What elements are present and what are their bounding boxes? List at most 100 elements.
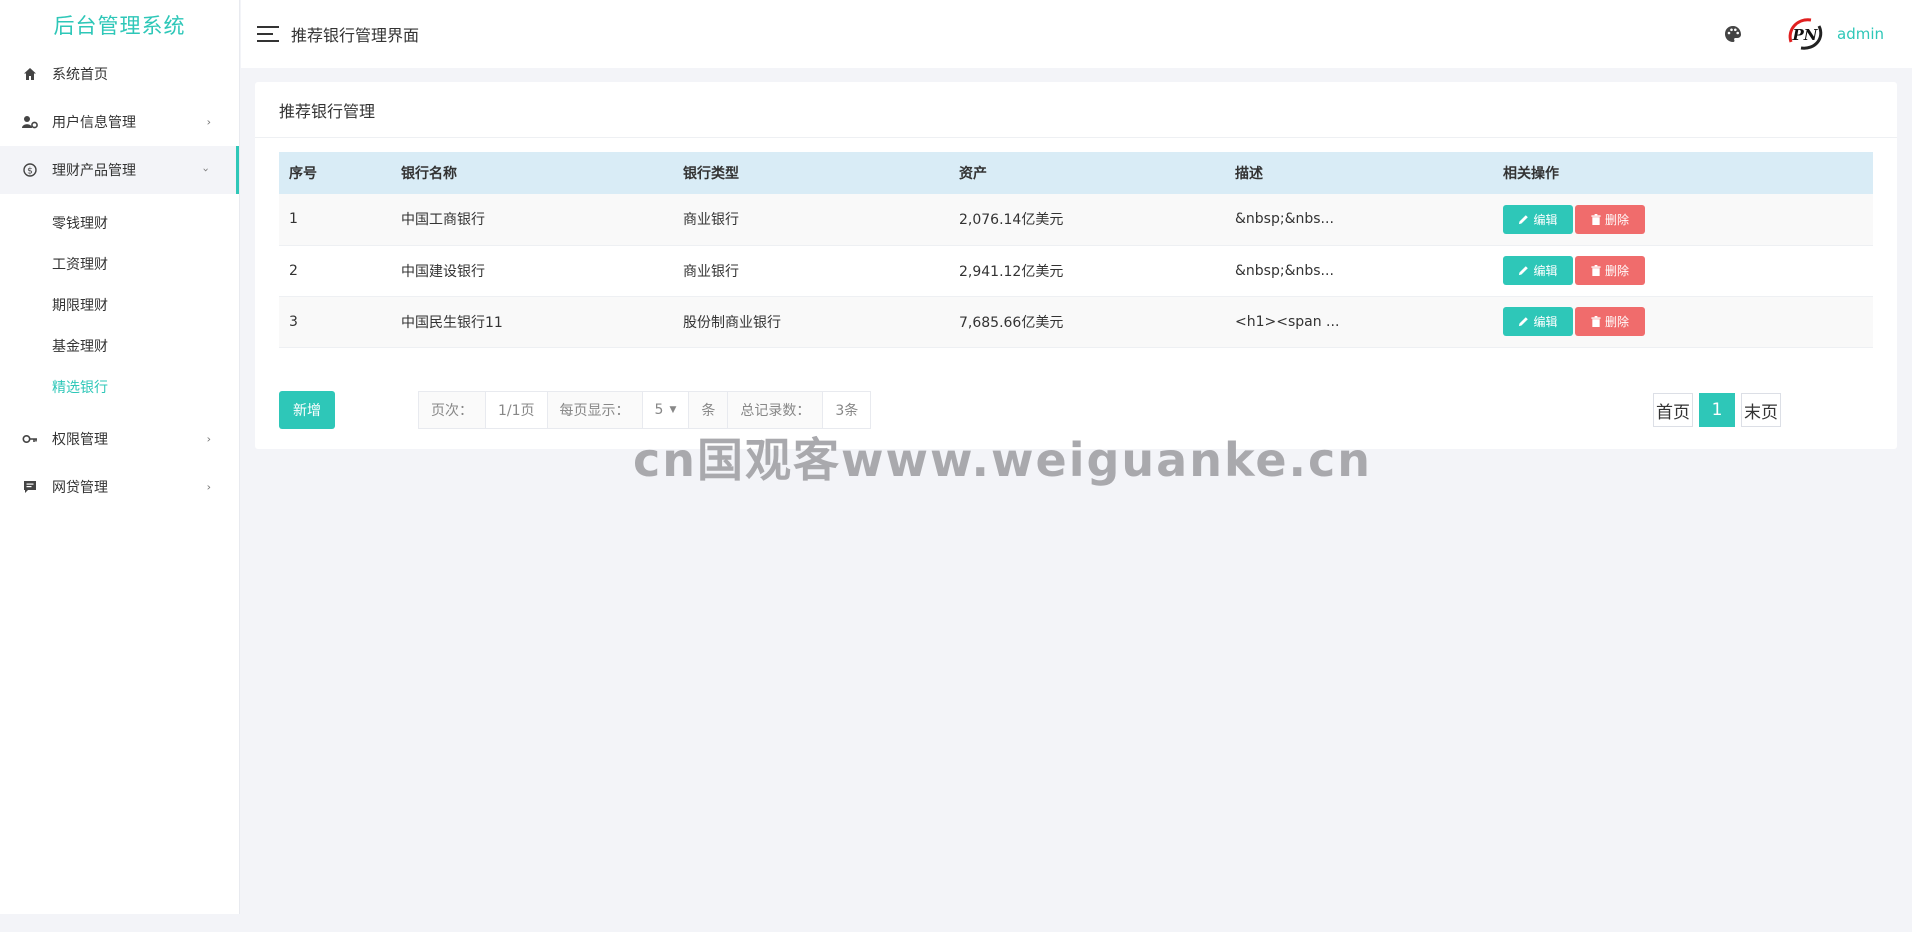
header-right: PN admin [1723,0,1884,68]
table-row: 2 中国建设银行 商业银行 2,941.12亿美元 &nbsp;&nbs... … [279,245,1873,296]
delete-label: 删除 [1604,212,1629,227]
home-icon [20,64,40,84]
sidebar-item-label: 系统首页 [52,67,108,83]
edit-button[interactable]: 编辑 [1503,204,1573,234]
user-name[interactable]: admin [1837,25,1884,43]
message-icon [20,477,40,497]
cell-bank-name: 中国建设银行 [401,263,485,280]
pencil-icon [1519,214,1529,224]
cell-index: 1 [289,211,298,228]
sidebar-item-label: 权限管理 [52,432,108,448]
chevron-down-icon: › [199,167,213,173]
bank-table: 序号 银行名称 银行类型 资产 描述 相关操作 1 中国工商银行 商业银行 2,… [279,152,1873,348]
sidebar-item-label: 网贷管理 [52,480,108,496]
user-settings-icon [20,112,40,132]
cell-assets: 2,076.14亿美元 [959,212,1064,229]
delete-button[interactable]: 删除 [1575,307,1645,336]
top-header: 推荐银行管理界面 PN admin [241,0,1912,68]
pencil-icon [1519,317,1529,327]
page-title: 推荐银行管理界面 [291,26,420,45]
chevron-right-icon: › [206,115,211,129]
palette-icon[interactable] [1723,24,1743,44]
cell-description: <h1><span ... [1235,313,1340,330]
brand-title: 后台管理系统 [53,14,186,38]
sidebar-footer [0,914,240,932]
sidebar-item-change-finance[interactable]: 零钱理财 [0,202,239,243]
column-header-assets: 资产 [959,166,987,182]
cell-assets: 7,685.66亿美元 [959,314,1064,331]
caret-down-icon: ▼ [669,405,677,415]
sidebar-item-fund-finance[interactable]: 基金理财 [0,325,239,366]
cell-description: &nbsp;&nbs... [1235,211,1334,228]
per-page-unit: 条 [689,392,729,428]
column-header-bank-name: 银行名称 [401,166,457,182]
chevron-right-icon: › [206,432,211,446]
sidebar-item-online-loans[interactable]: 网贷管理 › [0,463,239,511]
delete-button[interactable]: 删除 [1575,204,1645,234]
sidebar-item-user-management[interactable]: 用户信息管理 › [0,98,239,146]
sidebar-item-label: 理财产品管理 [52,163,136,179]
cell-actions: 编辑 删除 [1493,194,1873,245]
column-header-description: 描述 [1235,166,1263,182]
svg-text:$: $ [27,167,33,177]
table-row: 3 中国民生银行11 股份制商业银行 7,685.66亿美元 <h1><span… [279,296,1873,347]
sidebar: 后台管理系统 系统首页 用户信息管理 › $ 理财产品管理 › 零钱理财 工资理… [0,0,240,914]
cell-bank-type: 股份制商业银行 [683,314,781,331]
pager: 首页 1 末页 [1653,393,1781,427]
total-label: 总记录数： [728,392,824,428]
card-title: 推荐银行管理 [255,82,1897,138]
avatar-text: PN [1792,26,1819,44]
trash-icon [1591,316,1601,327]
chevron-right-icon: › [206,480,211,494]
cell-bank-type: 商业银行 [683,263,739,280]
cell-bank-type: 商业银行 [683,212,739,229]
submenu-finance: 零钱理财 工资理财 期限理财 基金理财 精选银行 [0,194,239,415]
cell-actions: 编辑 删除 [1493,296,1873,347]
per-page-value: 5 [654,402,664,418]
cell-bank-name: 中国工商银行 [401,212,485,229]
cell-assets: 2,941.12亿美元 [959,263,1064,280]
first-page-button[interactable]: 首页 [1653,393,1693,427]
edit-button[interactable]: 编辑 [1503,307,1573,336]
watermark: cn国观客www.weiguanke.cn [633,433,1373,487]
trash-icon [1591,213,1601,225]
page-value: 1/1页 [486,392,548,428]
menu-toggle-icon[interactable] [257,26,279,42]
finance-icon: $ [20,160,40,180]
column-header-bank-type: 银行类型 [683,166,739,182]
edit-button[interactable]: 编辑 [1503,256,1573,285]
last-page-button[interactable]: 末页 [1741,393,1781,427]
per-page-label: 每页显示： [547,392,643,428]
sidebar-item-finance-products[interactable]: $ 理财产品管理 › [0,146,239,194]
table-header-row: 序号 银行名称 银行类型 资产 描述 相关操作 [279,152,1873,194]
per-page-select[interactable]: 5 ▼ [642,392,690,428]
cell-bank-name: 中国民生银行11 [401,314,503,331]
sidebar-item-home[interactable]: 系统首页 [0,50,239,98]
column-header-index: 序号 [289,166,317,182]
key-icon [20,429,40,449]
trash-icon [1591,265,1601,276]
edit-label: 编辑 [1533,315,1558,329]
total-value: 3条 [823,392,871,428]
sidebar-item-selected-banks[interactable]: 精选银行 [0,366,239,407]
avatar[interactable]: PN [1783,12,1827,56]
sidebar-item-permissions[interactable]: 权限管理 › [0,415,239,463]
sidebar-item-label: 用户信息管理 [52,115,136,131]
cell-actions: 编辑 删除 [1493,245,1873,296]
cell-index: 3 [289,313,298,330]
edit-label: 编辑 [1533,264,1558,278]
add-button[interactable]: 新增 [279,391,335,429]
content-card: 推荐银行管理 序号 银行名称 银行类型 资产 描述 相关操作 1 中国工商银行 … [255,82,1897,449]
sidebar-item-term-finance[interactable]: 期限理财 [0,284,239,325]
delete-button[interactable]: 删除 [1575,256,1645,285]
cell-index: 2 [289,262,298,279]
delete-label: 删除 [1604,264,1629,278]
pencil-icon [1519,266,1529,276]
sidebar-item-salary-finance[interactable]: 工资理财 [0,243,239,284]
delete-label: 删除 [1604,315,1629,329]
table-row: 1 中国工商银行 商业银行 2,076.14亿美元 &nbsp;&nbs... … [279,194,1873,245]
column-header-actions: 相关操作 [1503,166,1559,182]
edit-label: 编辑 [1533,212,1558,227]
page-label: 页次： [419,392,486,428]
current-page-button[interactable]: 1 [1699,393,1735,427]
